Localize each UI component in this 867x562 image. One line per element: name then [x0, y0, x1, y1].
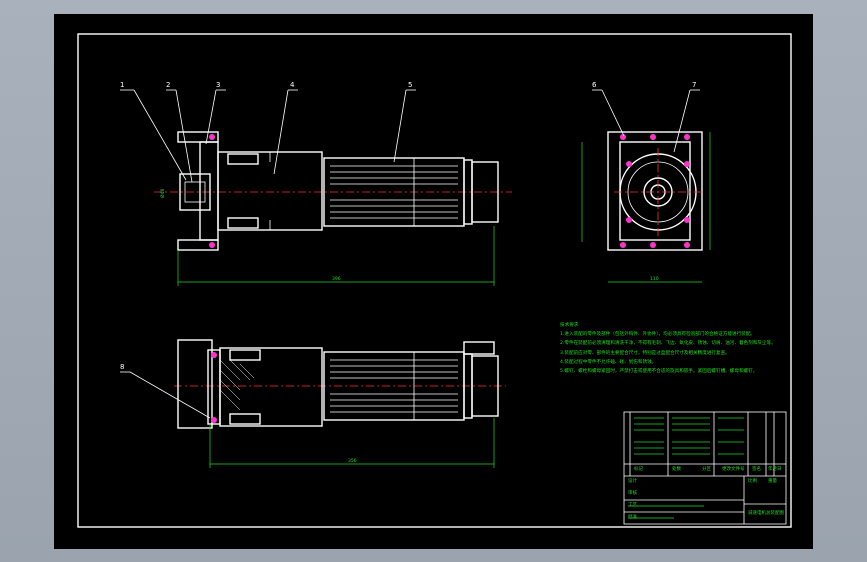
tech-line-4: 4.装配过程中零件不允许磕、碰、划伤和锈蚀。: [560, 359, 657, 365]
part-label-8: 8: [120, 363, 124, 371]
title-block-label-zone: 分区: [702, 467, 711, 472]
drawing-name: 减速电机总装配图: [748, 511, 784, 516]
svg-text:396: 396: [332, 276, 341, 282]
part-label-7: 7: [692, 81, 696, 89]
svg-text:110: 110: [650, 276, 659, 282]
title-block-label-date: 年月日: [768, 467, 782, 472]
tech-requirements-title: 技术要求: [560, 323, 579, 328]
title-block-row-process: 工艺: [628, 503, 637, 508]
cad-viewport[interactable]: 396 Ø48 110 356 1 2 3 4 5 6 7 8 技术要求 1.进…: [54, 14, 813, 549]
title-block-row-design: 设计: [628, 479, 637, 484]
title-block-text: 标记 处数 分区 更改文件号 签名 年月日 设计 审核 工艺 批准 比例 重量 …: [624, 412, 786, 524]
title-block-label-sign: 签名: [752, 467, 761, 472]
title-block-label-mark: 标记: [634, 467, 643, 472]
title-block-scale: 比例: [748, 479, 757, 484]
section-view: 356: [174, 339, 506, 468]
title-block-label-count: 处数: [672, 467, 681, 472]
front-view: 396 Ø48: [154, 131, 512, 286]
part-label-5: 5: [408, 81, 412, 89]
svg-text:Ø48: Ø48: [159, 189, 166, 198]
part-label-4: 4: [290, 81, 295, 89]
tech-line-1: 1.进入装配的零件及部件（包括外购件、外协件），均必须具有检验部门的合格证方能进…: [560, 332, 756, 338]
title-block-label-doc: 更改文件号: [722, 467, 745, 472]
part-label-2: 2: [166, 81, 170, 89]
title-block-row-review: 审核: [628, 491, 637, 496]
part-label-1: 1: [120, 81, 124, 89]
part-label-3: 3: [216, 81, 220, 89]
tech-line-2: 2.零件在装配前必须清理和清洗干净，不得有毛刺、飞边、氧化皮、锈蚀、切屑、油污、…: [560, 341, 776, 347]
svg-text:356: 356: [348, 458, 357, 464]
title-block-row-approve: 批准: [628, 515, 637, 520]
title-block-weight: 重量: [768, 479, 777, 484]
side-view: 110: [581, 131, 711, 283]
tech-requirements: 技术要求 1.进入装配的零件及部件（包括外购件、外协件），均必须具有检验部门的合…: [560, 321, 786, 376]
tech-line-3: 3.装配前应对零、部件的主要配合尺寸，特别是过盈配合尺寸及相关精度进行复查。: [560, 350, 730, 356]
part-label-6: 6: [592, 81, 597, 89]
tech-line-5: 5.螺钉、螺栓和螺母紧固时，严禁打击或使用不合适的旋具和扳手。紧固后螺钉槽、螺母…: [560, 369, 758, 375]
